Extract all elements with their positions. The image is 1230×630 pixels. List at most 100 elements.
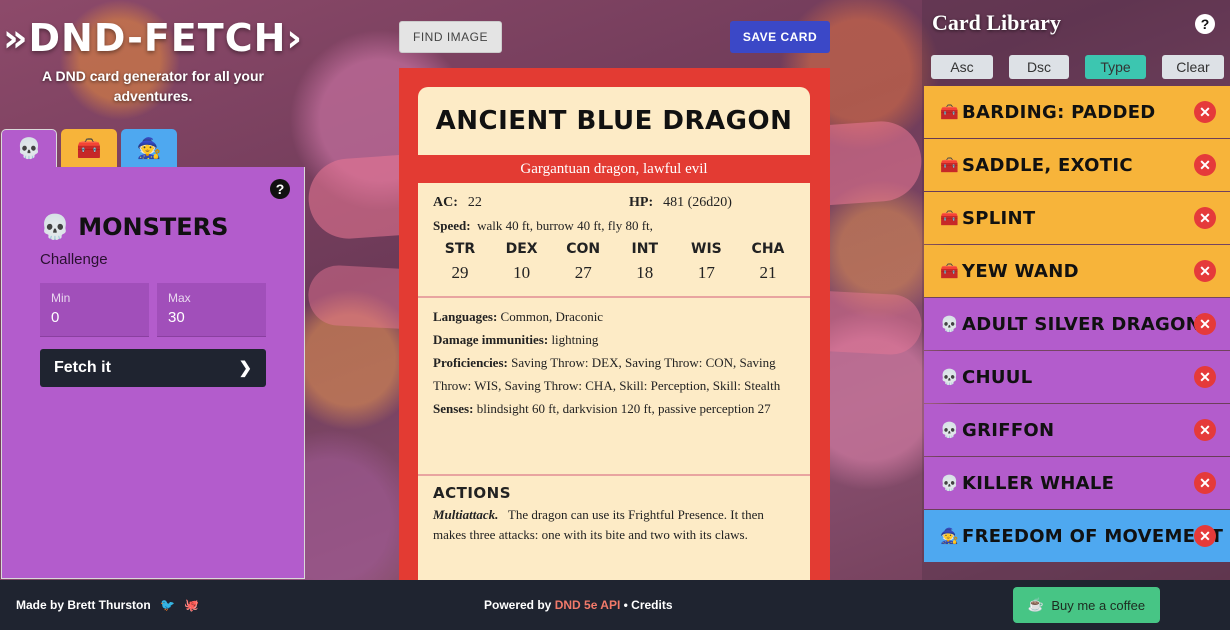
max-label: Max xyxy=(168,291,191,305)
library-item[interactable]: 💀 GRIFFON ✕ xyxy=(924,404,1230,456)
min-value[interactable]: 0 xyxy=(51,309,59,326)
clear-button[interactable]: Clear xyxy=(1162,55,1224,79)
separator: • xyxy=(623,598,628,612)
library-item[interactable]: 💀 KILLER WHALE ✕ xyxy=(924,457,1230,509)
tab-spells[interactable]: 🧙 xyxy=(121,129,177,167)
delete-icon[interactable]: ✕ xyxy=(1194,260,1216,282)
api-link[interactable]: DND 5e API xyxy=(555,598,621,612)
delete-icon[interactable]: ✕ xyxy=(1194,525,1216,547)
senses-line: Senses: blindsight 60 ft, darkvision 120… xyxy=(433,401,771,416)
fetch-label: Fetch it xyxy=(54,359,111,376)
ability-wis: WIS 17 xyxy=(691,241,722,282)
delete-icon[interactable]: ✕ xyxy=(1194,207,1216,229)
category-tabs: 💀 🧰 🧙 xyxy=(1,129,181,167)
chest-icon: 🧰 xyxy=(940,210,959,227)
fetch-button[interactable]: Fetch it ❯ xyxy=(40,349,266,387)
library-title: Card Library xyxy=(932,10,1061,35)
hp-line: HP: 481 (26d20) xyxy=(629,195,732,211)
action-name: Multiattack. xyxy=(433,507,499,522)
skull-icon: 💀 xyxy=(940,369,959,386)
twitter-icon[interactable]: 🐦 xyxy=(160,598,175,612)
actions-heading: ACTIONS xyxy=(433,484,512,502)
library-item-name: ADULT SILVER DRAGON xyxy=(962,313,1202,335)
library-item-name: FREEDOM OF MOVEMENT xyxy=(962,525,1224,547)
speed-label: Speed: xyxy=(433,218,471,233)
made-by: Made by Brett Thurston 🐦 🐙 xyxy=(16,598,199,612)
stat-card: ANCIENT BLUE DRAGON Gargantuan dragon, l… xyxy=(399,68,830,580)
speed-line: Speed: walk 40 ft, burrow 40 ft, fly 80 … xyxy=(433,218,653,234)
library-item[interactable]: 🧰 SPLINT ✕ xyxy=(924,192,1230,244)
save-card-button[interactable]: SAVE CARD xyxy=(730,21,830,53)
help-icon[interactable]: ? xyxy=(270,179,290,199)
delete-icon[interactable]: ✕ xyxy=(1194,101,1216,123)
library-item[interactable]: 💀 ADULT SILVER DRAGON ✕ xyxy=(924,298,1230,350)
buy-coffee-button[interactable]: ☕ Buy me a coffee xyxy=(1013,587,1160,623)
library-item-name: BARDING: PADDED xyxy=(962,101,1156,123)
library-item-name: KILLER WHALE xyxy=(962,472,1115,494)
max-challenge-field[interactable]: Max 30 xyxy=(157,283,266,337)
card-name: ANCIENT BLUE DRAGON xyxy=(418,87,810,155)
ability-scores: STR 29 DEX 10 CON 27 INT 18 WIS 17 CHA 21 xyxy=(430,241,798,283)
card-type-line: Gargantuan dragon, lawful evil xyxy=(520,160,708,177)
help-icon[interactable]: ? xyxy=(1195,14,1215,34)
ac-label: AC: xyxy=(433,195,458,210)
library-item-name: CHUUL xyxy=(962,366,1033,388)
ac-line: AC: 22 xyxy=(433,195,482,211)
divider xyxy=(418,296,810,298)
chest-icon: 🧰 xyxy=(76,137,102,160)
brand-header: »DND-FETCH› A DND card generator for all… xyxy=(0,0,306,130)
coffee-label: Buy me a coffee xyxy=(1051,597,1146,613)
sort-type-button[interactable]: Type xyxy=(1085,55,1146,79)
delete-icon[interactable]: ✕ xyxy=(1194,154,1216,176)
sort-dsc-button[interactable]: Dsc xyxy=(1009,55,1069,79)
made-by-text: Made by Brett Thurston xyxy=(16,598,151,612)
min-label: Min xyxy=(51,291,71,305)
card-library: Card Library ? Asc Dsc Type Clear 🧰 BARD… xyxy=(922,0,1230,580)
library-list: 🧰 BARDING: PADDED ✕ 🧰 SADDLE, EXOTIC ✕ 🧰… xyxy=(924,86,1230,563)
tab-monsters[interactable]: 💀 xyxy=(1,129,57,167)
delete-icon[interactable]: ✕ xyxy=(1194,472,1216,494)
skull-icon: 💀 xyxy=(40,213,70,241)
skull-icon: 💀 xyxy=(940,422,959,439)
library-item-name: SPLINT xyxy=(962,207,1036,229)
credits-link[interactable]: Credits xyxy=(631,598,672,612)
proficiencies-line: Proficiencies: Saving Throw: DEX, Saving… xyxy=(433,355,781,393)
fetch-panel: ? 💀 MONSTERS Challenge Min 0 Max 30 Fetc… xyxy=(1,167,305,579)
ability-cha: CHA 21 xyxy=(751,241,785,282)
library-item[interactable]: 🧰 BARDING: PADDED ✕ xyxy=(924,86,1230,138)
logo[interactable]: »DND-FETCH› xyxy=(0,16,306,60)
tab-equipment[interactable]: 🧰 xyxy=(61,129,117,167)
divider xyxy=(418,474,810,476)
github-icon[interactable]: 🐙 xyxy=(184,598,199,612)
sort-asc-button[interactable]: Asc xyxy=(931,55,993,79)
powered-by: Powered by DND 5e API • Credits xyxy=(484,598,673,612)
challenge-label: Challenge xyxy=(40,251,108,268)
delete-icon[interactable]: ✕ xyxy=(1194,313,1216,335)
skull-icon: 💀 xyxy=(940,316,959,333)
max-value[interactable]: 30 xyxy=(168,309,185,326)
hp-value: 481 (26d20) xyxy=(663,195,732,210)
coffee-icon: ☕ xyxy=(1027,597,1045,612)
card-properties: Languages: Common, Draconic Damage immun… xyxy=(433,305,798,420)
footer: Made by Brett Thurston 🐦 🐙 Powered by DN… xyxy=(0,580,1230,630)
skull-icon: 💀 xyxy=(16,138,42,160)
chest-icon: 🧰 xyxy=(940,263,959,280)
delete-icon[interactable]: ✕ xyxy=(1194,419,1216,441)
card-body: AC: 22 HP: 481 (26d20) Speed: walk 40 ft, … xyxy=(418,183,810,580)
tagline: A DND card generator for all your advent… xyxy=(42,68,264,104)
chevron-right-icon: ❯ xyxy=(238,360,252,377)
library-item[interactable]: 💀 CHUUL ✕ xyxy=(924,351,1230,403)
library-item[interactable]: 🧙 FREEDOM OF MOVEMENT ✕ xyxy=(924,510,1230,562)
ability-dex: DEX 10 xyxy=(505,241,538,282)
languages-line: Languages: Common, Draconic xyxy=(433,309,604,324)
action-entry: Multiattack. The dragon can use its Frig… xyxy=(433,505,783,545)
library-item[interactable]: 🧰 SADDLE, EXOTIC ✕ xyxy=(924,139,1230,191)
find-image-button[interactable]: FIND IMAGE xyxy=(399,21,502,53)
min-challenge-field[interactable]: Min 0 xyxy=(40,283,149,337)
immunities-line: Damage immunities: lightning xyxy=(433,332,599,347)
sort-controls: Asc Dsc Type Clear xyxy=(931,55,1224,79)
delete-icon[interactable]: ✕ xyxy=(1194,366,1216,388)
library-item[interactable]: 🧰 YEW WAND ✕ xyxy=(924,245,1230,297)
wizard-hat-icon: 🧙 xyxy=(940,528,959,545)
library-item-name: YEW WAND xyxy=(962,260,1079,282)
